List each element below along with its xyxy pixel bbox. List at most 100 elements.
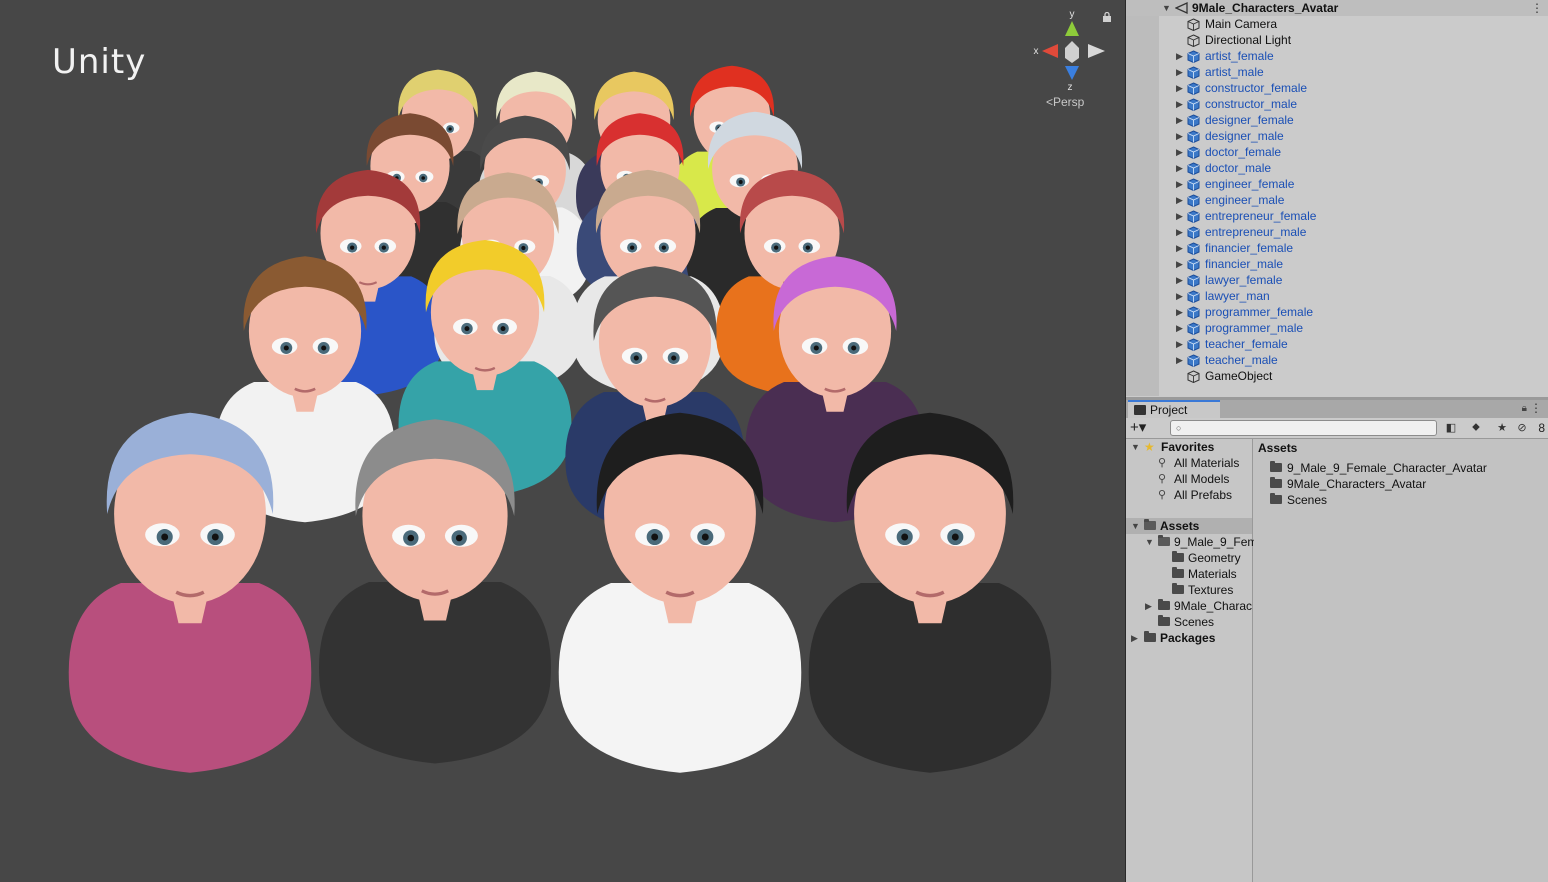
hierarchy-menu-icon[interactable]: ⋮ (1531, 1, 1543, 15)
hierarchy-item[interactable]: ▶ engineer_female (1126, 176, 1548, 192)
hierarchy-item[interactable]: ▶ designer_female (1126, 112, 1548, 128)
favorite-item[interactable]: ⚲ All Prefabs (1126, 487, 1252, 503)
tree-item[interactable]: Geometry (1126, 550, 1252, 566)
tab-project[interactable]: Project (1128, 400, 1220, 418)
asset-item-label: 9_Male_9_Female_Character_Avatar (1287, 461, 1487, 475)
hierarchy-item-label: teacher_female (1205, 337, 1288, 351)
expand-arrow-icon[interactable]: ▶ (1176, 224, 1183, 240)
expand-arrow-icon[interactable]: ▶ (1176, 352, 1183, 368)
projection-toggle[interactable]: <Persp (1046, 95, 1084, 109)
gizmo-z-cone[interactable] (1065, 66, 1079, 80)
hierarchy-item[interactable]: ▶ financier_male (1126, 256, 1548, 272)
more-options-icon[interactable]: ⋮ (1530, 401, 1542, 415)
hierarchy-item[interactable]: ▶ entrepreneur_male (1126, 224, 1548, 240)
project-assets-pane: Assets 9_Male_9_Female_Character_Avatar 9… (1254, 439, 1548, 882)
expand-arrow-icon[interactable]: ▶ (1176, 176, 1183, 192)
hierarchy-item[interactable]: ▶ teacher_male (1126, 352, 1548, 368)
collapse-arrow-icon[interactable]: ▼ (1145, 534, 1154, 550)
expand-arrow-icon[interactable]: ▶ (1131, 630, 1138, 646)
tree-item[interactable]: ▶ 9Male_Charac (1126, 598, 1252, 614)
collapse-arrow-icon[interactable]: ▼ (1131, 439, 1140, 455)
scene-view[interactable]: Unity y x z <Persp (0, 0, 1125, 882)
expand-arrow-icon[interactable]: ▶ (1176, 240, 1183, 256)
hierarchy-item[interactable]: Directional Light (1126, 32, 1548, 48)
expand-arrow-icon[interactable]: ▶ (1176, 48, 1183, 64)
hierarchy-item-label: entrepreneur_male (1205, 225, 1307, 239)
create-asset-button[interactable]: +▾ (1130, 420, 1160, 437)
tree-item[interactable]: Materials (1126, 566, 1252, 582)
hierarchy-item[interactable]: ▶ lawyer_man (1126, 288, 1548, 304)
tree-item[interactable]: ▶ Packages (1126, 630, 1252, 646)
hierarchy-scene-header[interactable]: ▼ 9Male_Characters_Avatar ⋮ (1126, 0, 1548, 16)
asset-item[interactable]: 9Male_Characters_Avatar (1254, 476, 1548, 492)
hierarchy-item[interactable]: ▶ lawyer_female (1126, 272, 1548, 288)
scene-viewport[interactable] (0, 0, 1125, 882)
hierarchy-item[interactable]: ▶ programmer_female (1126, 304, 1548, 320)
expand-arrow-icon[interactable]: ▶ (1176, 192, 1183, 208)
expand-arrow-icon[interactable]: ▶ (1176, 288, 1183, 304)
orientation-gizmo[interactable]: y x z (1030, 8, 1110, 92)
hidden-packages-icon[interactable]: ⊘ (1514, 421, 1530, 437)
gizmo-x-cone[interactable] (1042, 44, 1058, 58)
gizmo-negx-cone[interactable] (1088, 44, 1105, 58)
expand-arrow-icon[interactable]: ▶ (1176, 160, 1183, 176)
expand-arrow-icon[interactable]: ▶ (1176, 112, 1183, 128)
project-search-input[interactable]: ○ (1170, 420, 1437, 436)
hierarchy-item[interactable]: ▶ artist_male (1126, 64, 1548, 80)
prefab-cube-icon (1187, 210, 1200, 223)
expand-arrow-icon[interactable]: ▶ (1176, 96, 1183, 112)
tree-item[interactable]: Textures (1126, 582, 1252, 598)
tree-item[interactable]: Scenes (1126, 614, 1252, 630)
asset-item[interactable]: 9_Male_9_Female_Character_Avatar (1254, 460, 1548, 476)
favorite-item[interactable]: ⚲ All Materials (1126, 455, 1252, 471)
hierarchy-item[interactable]: ▶ financier_female (1126, 240, 1548, 256)
hierarchy-item[interactable]: ▶ engineer_male (1126, 192, 1548, 208)
folder-icon (1270, 493, 1282, 504)
expand-arrow-icon[interactable]: ▶ (1176, 64, 1183, 80)
hierarchy-item[interactable]: ▶ constructor_female (1126, 80, 1548, 96)
favorites-row[interactable]: ▼ ★ Favorites (1126, 439, 1252, 455)
expand-arrow-icon[interactable]: ▶ (1176, 144, 1183, 160)
lock-icon[interactable]: 🔒︎ (1522, 403, 1527, 414)
prefab-cube-icon (1187, 114, 1200, 127)
tree-item-label: Materials (1188, 567, 1237, 581)
hierarchy-item-label: programmer_male (1205, 321, 1304, 335)
hierarchy-root-label: 9Male_Characters_Avatar (1192, 1, 1339, 15)
hierarchy-item[interactable]: ▶ designer_male (1126, 128, 1548, 144)
prefab-cube-icon (1187, 178, 1200, 191)
search-by-label-icon[interactable]: ⬥ (1466, 421, 1486, 437)
gizmo-center-cube[interactable] (1065, 41, 1079, 63)
favorite-star-icon[interactable]: ★ (1492, 421, 1512, 437)
expand-arrow-icon[interactable]: ▶ (1176, 256, 1183, 272)
asset-item[interactable]: Scenes (1254, 492, 1548, 508)
collapse-arrow-icon[interactable]: ▼ (1162, 3, 1171, 13)
hierarchy-item[interactable]: ▶ entrepreneur_female (1126, 208, 1548, 224)
search-by-type-icon[interactable]: ◧ (1441, 421, 1461, 437)
collapse-arrow-icon[interactable]: ▼ (1131, 518, 1140, 534)
prefab-cube-icon (1187, 146, 1200, 159)
hierarchy-item[interactable]: GameObject (1126, 368, 1548, 384)
expand-arrow-icon[interactable]: ▶ (1176, 80, 1183, 96)
expand-arrow-icon[interactable]: ▶ (1176, 336, 1183, 352)
favorite-item[interactable]: ⚲ All Models (1126, 471, 1252, 487)
search-icon: ⚲ (1158, 473, 1167, 485)
folder-icon (1172, 567, 1184, 578)
expand-arrow-icon[interactable]: ▶ (1176, 304, 1183, 320)
hierarchy-item[interactable]: ▶ teacher_female (1126, 336, 1548, 352)
hierarchy-item[interactable]: ▶ doctor_male (1126, 160, 1548, 176)
hierarchy-item[interactable]: ▶ constructor_male (1126, 96, 1548, 112)
hierarchy-item-label: doctor_male (1205, 161, 1272, 175)
tree-item[interactable]: ▼ 9_Male_9_Fem (1126, 534, 1257, 550)
expand-arrow-icon[interactable]: ▶ (1176, 320, 1183, 336)
hierarchy-item-label: lawyer_man (1205, 289, 1270, 303)
expand-arrow-icon[interactable]: ▶ (1145, 598, 1152, 614)
gizmo-y-cone[interactable] (1065, 21, 1079, 36)
expand-arrow-icon[interactable]: ▶ (1176, 208, 1183, 224)
expand-arrow-icon[interactable]: ▶ (1176, 128, 1183, 144)
expand-arrow-icon[interactable]: ▶ (1176, 272, 1183, 288)
hierarchy-item[interactable]: ▶ artist_female (1126, 48, 1548, 64)
hierarchy-item[interactable]: ▶ programmer_male (1126, 320, 1548, 336)
hierarchy-item[interactable]: ▶ doctor_female (1126, 144, 1548, 160)
tree-item[interactable]: ▼ Assets (1126, 518, 1252, 534)
hierarchy-item[interactable]: Main Camera (1126, 16, 1548, 32)
